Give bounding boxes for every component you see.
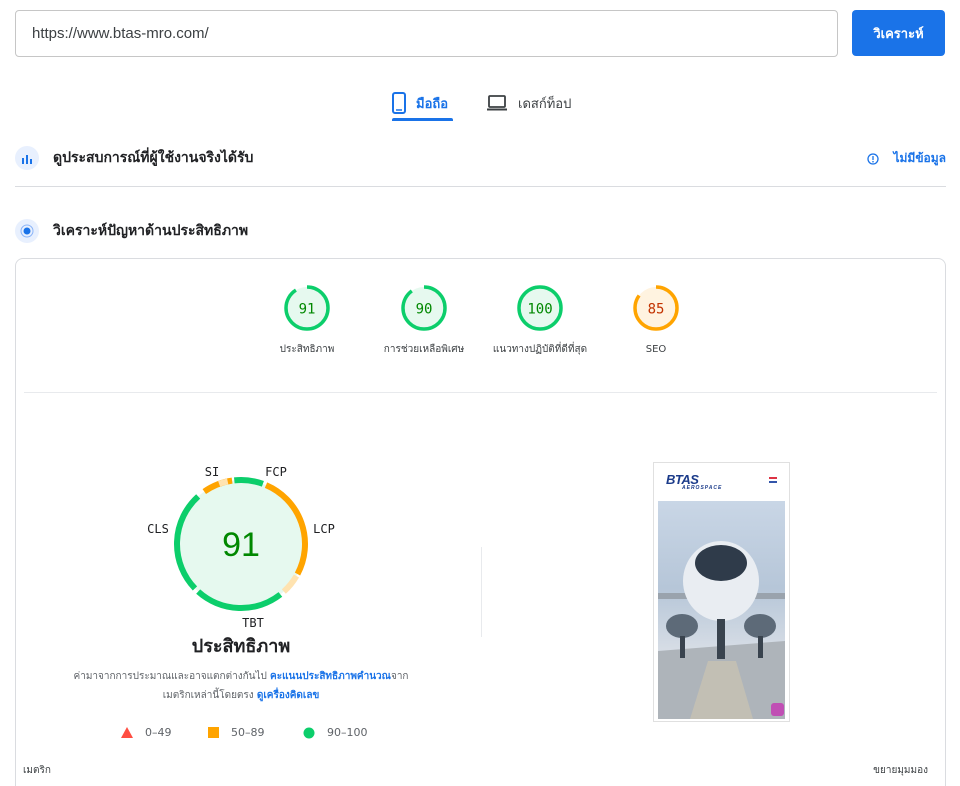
metric-label-lcp: LCP	[313, 522, 335, 536]
tab-mobile-label: มือถือ	[416, 96, 449, 112]
score-calc-link[interactable]: คะแนนประสิทธิภาพคำนวณ	[270, 671, 391, 682]
score-value: 90	[416, 302, 433, 318]
performance-gauge: 91 SI FCP LCP TBT CLS	[147, 465, 335, 630]
no-data-label: ไม่มีข้อมูล	[893, 151, 946, 165]
active-tab-indicator	[392, 118, 453, 121]
airplane-image	[658, 501, 785, 719]
score-value: 100	[527, 302, 552, 318]
lab-data-title: วิเคราะห์ปัญหาด้านประสิทธิภาพ	[53, 223, 249, 239]
panel-divider	[24, 392, 937, 393]
laptop-icon	[487, 95, 507, 111]
score-label: การช่วยเหลือพิเศษ	[383, 344, 465, 355]
performance-score: 91	[222, 526, 260, 564]
scroll-top-button[interactable]	[771, 703, 784, 716]
tab-mobile[interactable]: มือถือ	[392, 84, 448, 122]
score-ring: 85	[633, 285, 679, 331]
users-chart-icon	[15, 146, 39, 170]
score-label: SEO	[645, 344, 667, 355]
metric-label-tbt: TBT	[242, 616, 264, 630]
performance-title: ประสิทธิภาพ	[191, 636, 291, 657]
si-remaining-arc	[218, 478, 229, 487]
vertical-separator	[481, 547, 482, 637]
smartphone-icon	[392, 92, 406, 114]
score-label: แนวทางปฏิบัติที่ดีที่สุด	[492, 344, 588, 355]
legend-average-label: 50–89	[231, 726, 265, 739]
btas-logo: BTAS AEROSPACE	[666, 472, 722, 491]
score-label: ประสิทธิภาพ	[279, 344, 335, 355]
section-divider	[15, 186, 946, 187]
note-text-2: จาก	[390, 671, 409, 682]
performance-note: ค่ามาจากการประมาณและอาจแตกต่างกันไป คะแน…	[46, 667, 436, 705]
info-icon	[867, 152, 880, 165]
expand-view-toggle[interactable]: ขยายมุมมอง	[873, 763, 928, 778]
score-ring: 91	[284, 285, 330, 331]
tab-desktop-label: เดสก์ท็อป	[518, 96, 572, 112]
note-text-3: เมตริกเหล่านี้โดยตรง	[162, 690, 254, 701]
legend-fail: 0–49	[121, 726, 172, 739]
flag-icon	[769, 477, 777, 483]
square-icon	[208, 727, 219, 738]
url-input[interactable]	[15, 10, 838, 57]
score-gauge-2[interactable]: 90 การช่วยเหลือพิเศษ	[369, 283, 479, 359]
calculator-link[interactable]: ดูเครื่องคิดเลข	[257, 690, 319, 701]
analyze-button[interactable]: วิเคราะห์	[852, 10, 945, 56]
report-panel: 91 ประสิทธิภาพ 90 การช่วยเหลือพิเศษ 100 แนวทา…	[15, 258, 946, 786]
lab-flask-icon	[15, 219, 39, 243]
score-gauge-1[interactable]: 91 ประสิทธิภาพ	[252, 283, 362, 359]
score-ring: 90	[401, 285, 447, 331]
score-gauge-4[interactable]: 85 SEO	[601, 283, 711, 359]
page-screenshot-thumbnail[interactable]: BTAS AEROSPACE	[653, 462, 790, 722]
metric-label-si: SI	[205, 465, 219, 479]
tab-desktop[interactable]: เดสก์ท็อป	[486, 84, 571, 122]
legend-pass-label: 90–100	[327, 726, 368, 739]
legend-pass: 90–100	[303, 726, 368, 739]
btas-logo-sub: AEROSPACE	[682, 485, 723, 491]
field-data-section: ดูประสบการณ์ที่ผู้ใช้งานจริงได้รับ ไม่มี…	[15, 143, 946, 173]
metrics-heading: เมตริก	[23, 765, 51, 776]
legend-fail-label: 0–49	[145, 726, 172, 739]
score-value: 85	[648, 302, 665, 318]
lab-data-section: วิเคราะห์ปัญหาด้านประสิทธิภาพ	[15, 216, 946, 246]
no-data-link[interactable]: ไม่มีข้อมูล	[867, 149, 946, 168]
legend-average: 50–89	[208, 726, 265, 739]
score-gauge-3[interactable]: 100 แนวทางปฏิบัติที่ดีที่สุด	[485, 283, 595, 359]
metric-label-cls: CLS	[147, 522, 169, 536]
field-data-title: ดูประสบการณ์ที่ผู้ใช้งานจริงได้รับ	[53, 150, 254, 166]
score-ring: 100	[517, 285, 563, 331]
score-value: 91	[299, 302, 316, 318]
circle-icon	[303, 727, 315, 738]
metric-label-fcp: FCP	[265, 465, 287, 479]
triangle-icon	[121, 727, 133, 738]
note-text: ค่ามาจากการประมาณและอาจแตกต่างกันไป	[73, 671, 267, 682]
